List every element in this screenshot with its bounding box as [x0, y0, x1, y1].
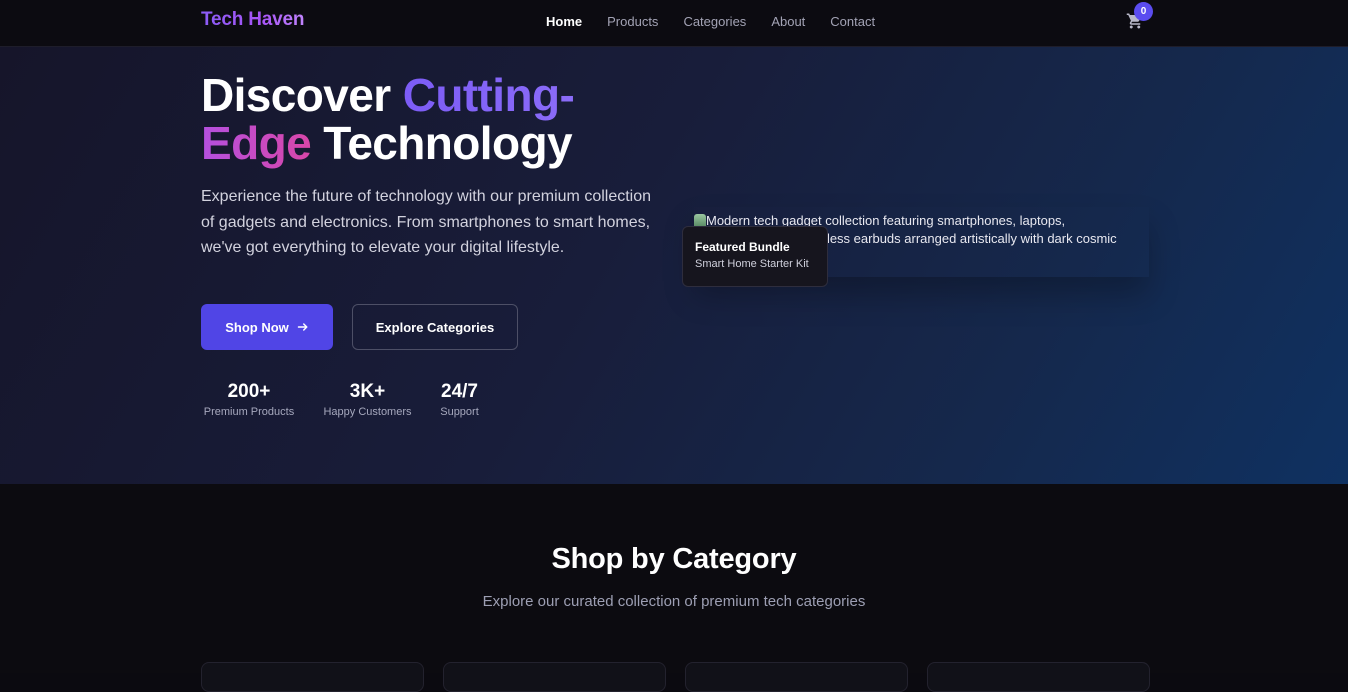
arrow-right-icon	[297, 323, 308, 331]
featured-title: Featured Bundle	[695, 240, 790, 254]
nav-link-about[interactable]: About	[771, 14, 805, 29]
stat-value: 3K+	[349, 381, 386, 402]
shop-now-button[interactable]: Shop Now	[201, 304, 333, 350]
brand-logo[interactable]: Tech Haven	[201, 9, 304, 31]
featured-bundle-card[interactable]: Featured Bundle Smart Home Starter Kit	[682, 226, 828, 287]
nav-link-home[interactable]: Home	[546, 14, 582, 29]
nav-link-contact[interactable]: Contact	[830, 14, 875, 29]
hero-section: Discover Cutting- Edge Technology Experie…	[0, 47, 1348, 484]
navbar: Tech Haven Home Products Categories Abou…	[0, 0, 1348, 47]
category-section-title: Shop by Category	[551, 543, 797, 575]
category-card[interactable]	[927, 662, 1150, 692]
hero-description: Experience the future of technology with…	[201, 188, 652, 256]
hero-title-part4: Technology	[311, 117, 572, 169]
stat-value: 200+	[227, 381, 271, 402]
explore-categories-button[interactable]: Explore Categories	[352, 304, 518, 350]
stat-support: 24/7 Support	[438, 381, 481, 418]
stat-value: 24/7	[441, 381, 478, 402]
hero-title: Discover Cutting- Edge Technology	[201, 71, 641, 167]
category-section: Shop by Category Explore our curated col…	[0, 484, 1348, 692]
category-card[interactable]	[443, 662, 666, 692]
nav-link-products[interactable]: Products	[607, 14, 658, 29]
category-card[interactable]	[201, 662, 424, 692]
nav-link-categories[interactable]: Categories	[683, 14, 746, 29]
shop-now-label: Shop Now	[225, 319, 289, 335]
category-section-subtitle: Explore our curated collection of premiu…	[482, 593, 866, 610]
nav-links: Home Products Categories About Contact	[546, 14, 900, 29]
stat-label: Happy Customers	[323, 406, 412, 418]
hero-title-part3: Edge	[201, 117, 312, 169]
stat-label: Premium Products	[203, 406, 295, 418]
featured-subtitle: Smart Home Starter Kit	[695, 258, 809, 270]
cart-count-badge: 0	[1134, 2, 1153, 21]
broken-image-icon	[694, 214, 706, 226]
hero-title-part2: Cutting-	[402, 69, 575, 121]
hero-title-part1: Discover	[201, 69, 403, 121]
stat-customers: 3K+ Happy Customers	[321, 381, 414, 418]
stat-products: 200+ Premium Products	[201, 381, 297, 418]
category-card[interactable]	[685, 662, 908, 692]
stat-label: Support	[440, 406, 479, 418]
